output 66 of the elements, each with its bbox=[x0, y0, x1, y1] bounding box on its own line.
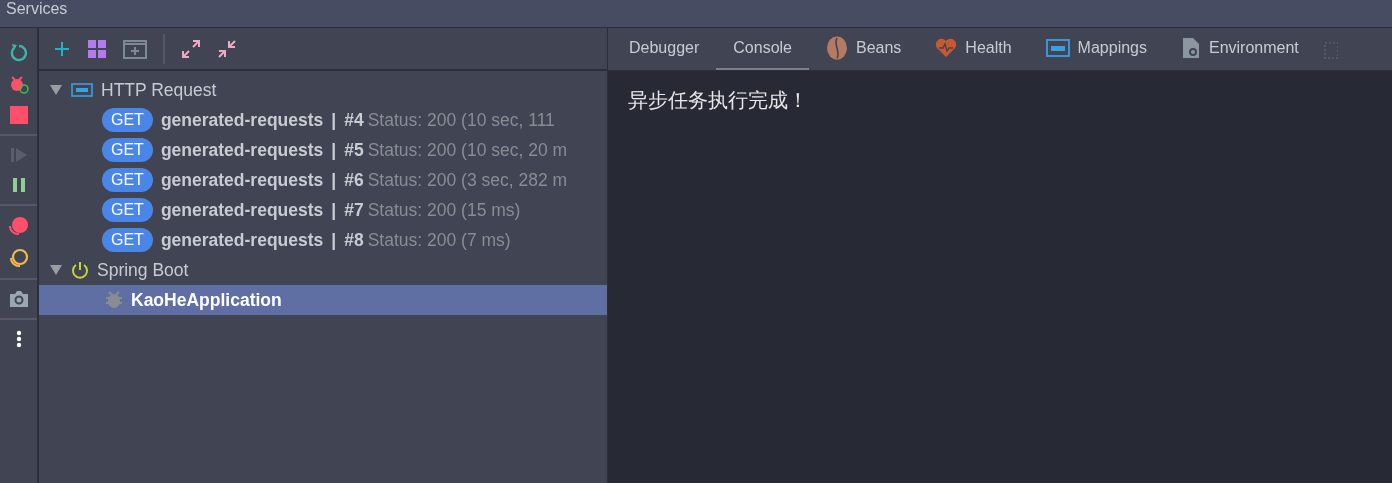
request-number: #5 bbox=[344, 138, 364, 162]
tree-row[interactable]: Spring Boot bbox=[39, 255, 607, 285]
request-name: generated-requests bbox=[160, 108, 324, 132]
separator-text: | bbox=[331, 168, 337, 192]
separator-text: | bbox=[331, 138, 337, 162]
bug-icon bbox=[105, 291, 123, 309]
expand-icon[interactable] bbox=[181, 38, 201, 59]
tree-row[interactable]: GET generated-requests | #7 Status: 200 (15 ms) bbox=[39, 195, 607, 225]
tab[interactable]: Health bbox=[918, 28, 1029, 70]
request-name: generated-requests bbox=[160, 168, 324, 192]
add-folder-icon[interactable] bbox=[123, 38, 147, 59]
stop-icon[interactable] bbox=[9, 106, 28, 124]
status-text: Status: 200 (7 ms) bbox=[367, 228, 511, 252]
tab[interactable]: Environment bbox=[1164, 28, 1316, 70]
api-icon bbox=[71, 83, 93, 97]
collapse-icon[interactable] bbox=[217, 38, 237, 59]
group-label: Spring Boot bbox=[97, 258, 189, 282]
request-name: generated-requests bbox=[160, 198, 324, 222]
status-text: Status: 200 (15 ms) bbox=[367, 198, 521, 222]
method-badge: GET bbox=[102, 108, 153, 132]
separator-text: | bbox=[331, 198, 337, 222]
document-gear-icon bbox=[1181, 37, 1201, 59]
request-number: #8 bbox=[344, 228, 364, 252]
status-text: Status: 200 (3 sec, 282 m bbox=[367, 168, 568, 192]
more-icon[interactable] bbox=[15, 330, 22, 348]
mute-breakpoints-icon[interactable] bbox=[7, 248, 30, 268]
tab[interactable]: Mappings bbox=[1028, 28, 1164, 70]
method-badge: GET bbox=[102, 198, 153, 222]
debug-icon[interactable] bbox=[8, 74, 29, 94]
tree-row[interactable]: GET generated-requests | #6 Status: 200 (3 sec, 282 m bbox=[39, 165, 607, 195]
separator-text: | bbox=[331, 108, 337, 132]
rerun-icon[interactable] bbox=[8, 42, 29, 62]
request-name: generated-requests bbox=[160, 228, 324, 252]
method-badge: GET bbox=[102, 228, 153, 252]
request-number: #7 bbox=[344, 198, 364, 222]
selected-tree-row[interactable]: KaoHeApplication bbox=[39, 285, 607, 315]
separator-text: | bbox=[331, 228, 337, 252]
pause-icon[interactable] bbox=[10, 176, 27, 194]
tree-row[interactable]: GET generated-requests | #8 Status: 200 (7 ms) bbox=[39, 225, 607, 255]
group-label: HTTP Request bbox=[101, 78, 217, 102]
add-icon[interactable] bbox=[53, 39, 71, 58]
api-icon bbox=[1045, 39, 1070, 57]
app-name: KaoHeApplication bbox=[131, 288, 282, 312]
console-line: 异步任务执行完成！ bbox=[627, 88, 809, 113]
method-badge: GET bbox=[102, 168, 153, 192]
tree-row[interactable]: HTTP Request bbox=[39, 75, 607, 105]
request-number: #6 bbox=[344, 168, 364, 192]
request-name: generated-requests bbox=[160, 138, 324, 162]
window-title: Services bbox=[0, 0, 1392, 28]
tab[interactable]: Debugger bbox=[612, 28, 717, 70]
power-icon bbox=[71, 261, 89, 279]
tab[interactable]: Console bbox=[716, 28, 809, 70]
method-badge: GET bbox=[102, 138, 153, 162]
status-text: Status: 200 (10 sec, 20 m bbox=[367, 138, 568, 162]
grid-icon[interactable] bbox=[87, 38, 107, 59]
tab[interactable]: Beans bbox=[809, 28, 919, 70]
breakpoint-icon[interactable] bbox=[7, 216, 30, 236]
status-text: Status: 200 (10 sec, 111 bbox=[367, 108, 555, 132]
expanded-arrow-icon[interactable] bbox=[49, 84, 63, 96]
camera-icon[interactable] bbox=[8, 290, 29, 308]
tree-row[interactable]: GET generated-requests | #5 Status: 200 (10 sec, 20 m bbox=[39, 135, 607, 165]
bean-icon bbox=[826, 36, 848, 60]
tree-row[interactable]: GET generated-requests | #4 Status: 200 (10 sec, 111 bbox=[39, 105, 607, 135]
expanded-arrow-icon[interactable] bbox=[49, 264, 63, 276]
request-number: #4 bbox=[344, 108, 364, 132]
heart-icon bbox=[935, 38, 958, 58]
